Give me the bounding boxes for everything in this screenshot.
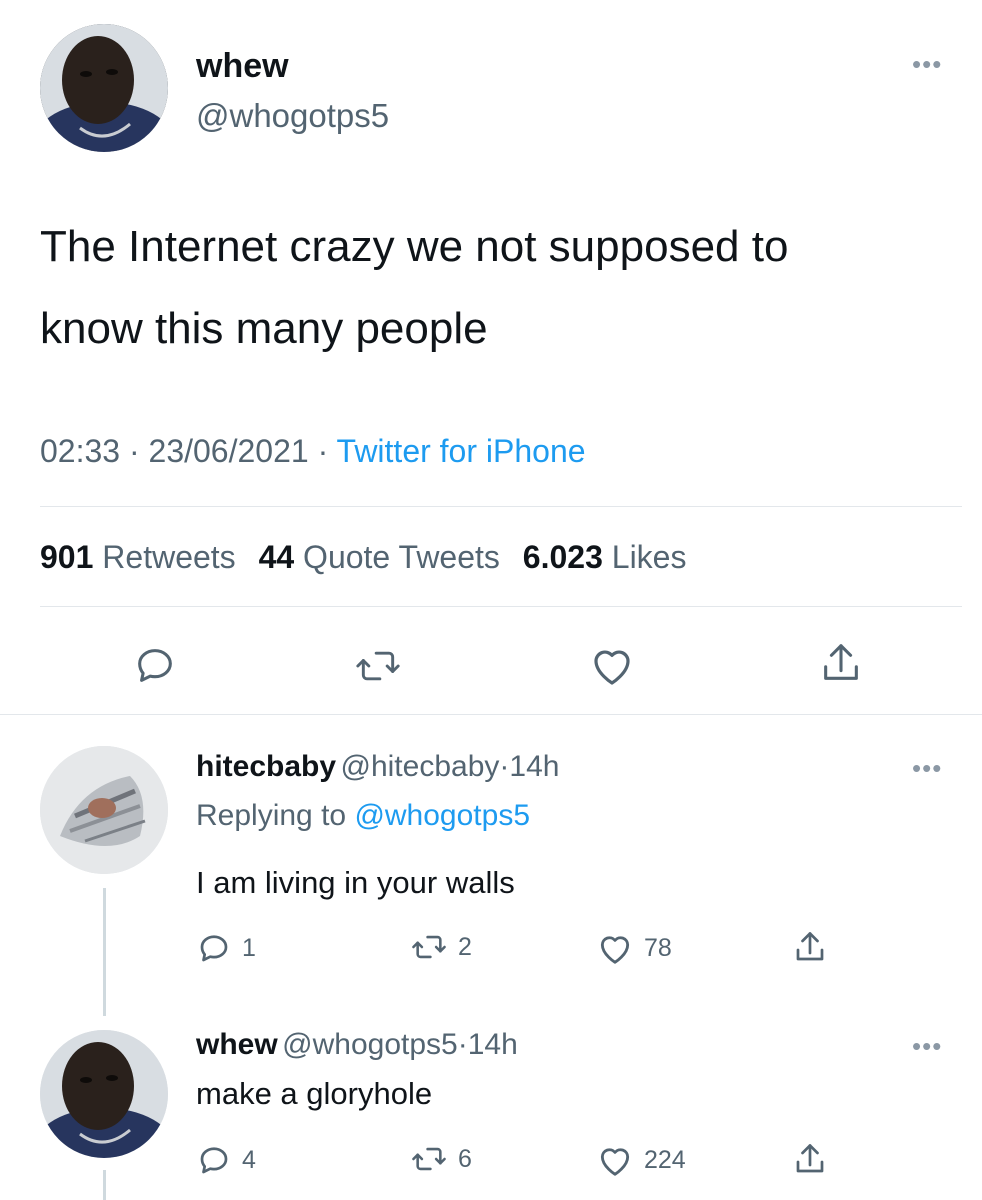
author-handle[interactable]: @whogotps5 xyxy=(196,96,389,136)
retweet-button[interactable] xyxy=(354,644,402,688)
share-button[interactable] xyxy=(792,1138,838,1180)
more-dots-icon[interactable]: ••• xyxy=(912,755,942,781)
likes-stat[interactable]: 6.023 Likes xyxy=(523,539,687,575)
share-upload-icon xyxy=(824,644,858,680)
replying-prefix: Replying to xyxy=(196,799,347,832)
share-upload-icon xyxy=(796,932,824,961)
tweet-text-line-2: know this many people xyxy=(40,304,488,353)
author-display-name[interactable]: whew xyxy=(196,46,289,86)
like-button[interactable]: 78 xyxy=(596,930,672,966)
reply-button[interactable]: 4 xyxy=(196,1142,256,1178)
divider xyxy=(0,714,982,715)
reply-count: 1 xyxy=(242,933,256,962)
heart-outline-icon xyxy=(600,1148,630,1176)
reply-display-name[interactable]: whew xyxy=(196,1028,278,1061)
tweet-date[interactable]: 23/06/2021 xyxy=(149,433,309,469)
quotes-label: Quote Tweets xyxy=(303,539,500,575)
retweets-label: Retweets xyxy=(102,539,236,575)
replying-to: Replying to @whogotps5 xyxy=(196,797,530,835)
like-button[interactable]: 224 xyxy=(596,1142,686,1178)
quotes-count: 44 xyxy=(258,539,295,575)
reply-header: hitecbaby @hitecbaby·14h xyxy=(196,748,559,786)
likes-label: Likes xyxy=(611,539,687,575)
reply-header: whew @whogotps5·14h xyxy=(196,1026,518,1064)
reply-button[interactable]: 1 xyxy=(196,930,256,966)
like-button[interactable] xyxy=(588,642,636,688)
heart-outline-icon xyxy=(600,936,630,964)
reply-time[interactable]: 14h xyxy=(509,750,559,783)
tweet-text-line-1: The Internet crazy we not supposed to xyxy=(40,222,789,271)
retweet-count: 6 xyxy=(458,1144,472,1173)
reply-display-name[interactable]: hitecbaby xyxy=(196,750,336,783)
meta-separator: · xyxy=(128,433,140,469)
comment-bubble-icon xyxy=(200,1147,228,1174)
share-button[interactable] xyxy=(792,926,838,968)
like-count: 78 xyxy=(644,933,672,962)
divider xyxy=(40,606,962,607)
heart-outline-icon xyxy=(594,650,630,685)
reply-text: make a gloryhole xyxy=(196,1076,433,1111)
share-upload-icon xyxy=(796,1144,824,1173)
meta-separator: · xyxy=(317,433,329,469)
tweet-time[interactable]: 02:33 xyxy=(40,433,120,469)
retweet-button[interactable]: 2 xyxy=(410,930,472,964)
retweet-arrows-icon xyxy=(356,651,400,681)
tweet-source-link[interactable]: Twitter for iPhone xyxy=(337,433,586,469)
likes-count: 6.023 xyxy=(522,539,603,575)
share-button[interactable] xyxy=(818,638,864,688)
reply-button[interactable] xyxy=(132,642,178,688)
like-count: 224 xyxy=(644,1145,686,1174)
retweet-count: 2 xyxy=(458,932,472,961)
divider xyxy=(40,506,962,507)
retweets-count: 901 xyxy=(40,539,94,575)
tweet-stats: 901 Retweets 44 Quote Tweets 6.023 Likes xyxy=(40,537,700,577)
reply-avatar[interactable] xyxy=(40,746,168,874)
thread-connector xyxy=(103,888,106,1016)
retweet-arrows-icon xyxy=(412,935,446,959)
reply-handle[interactable]: @whogotps5 xyxy=(282,1028,458,1061)
meta-separator: · xyxy=(457,1028,468,1061)
quote-tweets-stat[interactable]: 44 Quote Tweets xyxy=(259,539,500,575)
tweet-meta: 02:33 · 23/06/2021 · Twitter for iPhone xyxy=(40,431,586,471)
thread-connector xyxy=(103,1170,106,1200)
reply-time[interactable]: 14h xyxy=(468,1028,518,1061)
comment-bubble-icon xyxy=(200,935,228,962)
retweet-button[interactable]: 6 xyxy=(410,1142,472,1176)
comment-bubble-icon xyxy=(138,649,172,682)
more-dots-icon[interactable]: ••• xyxy=(912,1033,942,1059)
meta-separator: · xyxy=(499,750,510,783)
retweets-stat[interactable]: 901 Retweets xyxy=(40,539,236,575)
reply-count: 4 xyxy=(242,1145,256,1174)
reply-avatar[interactable] xyxy=(40,1030,168,1158)
reply-handle[interactable]: @hitecbaby xyxy=(341,750,500,783)
author-avatar[interactable] xyxy=(40,24,168,152)
retweet-arrows-icon xyxy=(412,1147,446,1171)
reply-text: I am living in your walls xyxy=(196,865,515,900)
more-dots-icon[interactable]: ••• xyxy=(912,51,942,77)
replying-mention[interactable]: @whogotps5 xyxy=(354,799,530,832)
